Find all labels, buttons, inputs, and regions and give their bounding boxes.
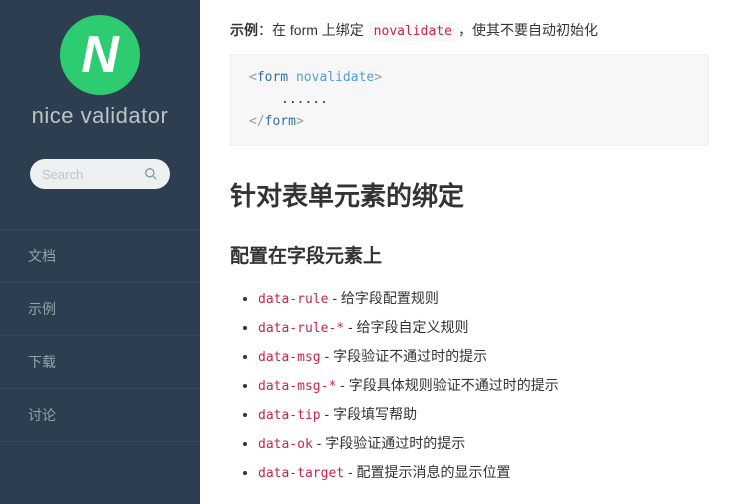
search-input[interactable]	[42, 167, 144, 182]
nav-item-discuss[interactable]: 讨论	[0, 389, 200, 442]
code-line-open: <form novalidate>	[249, 67, 690, 89]
list-item: data-tip - 字段填写帮助	[258, 400, 709, 429]
list-item: data-rule-* - 给字段自定义规则	[258, 313, 709, 342]
list-item: data-ok - 字段验证通过时的提示	[258, 429, 709, 458]
code-line-close: </form>	[249, 111, 690, 133]
list-item: data-rule - 给字段配置规则	[258, 284, 709, 313]
search-wrap[interactable]	[30, 159, 170, 189]
nav-item-examples[interactable]: 示例	[0, 283, 200, 336]
search-icon	[144, 167, 158, 181]
attr-desc: - 字段填写帮助	[321, 406, 417, 422]
code-tag: form	[265, 114, 296, 129]
attr-desc: - 字段具体规则验证不通过时的提示	[336, 377, 558, 393]
subsection-title: 配置在字段元素上	[230, 241, 709, 268]
attr-name: data-rule	[258, 292, 328, 307]
code-tag: form	[257, 70, 288, 85]
section-title: 针对表单元素的绑定	[230, 176, 709, 213]
attr-name: data-msg	[258, 350, 321, 365]
example-text-before: ：在 form 上绑定	[258, 22, 368, 38]
example-label: 示例	[230, 22, 258, 38]
inline-code-novalidate: novalidate	[368, 22, 458, 41]
attr-name: data-tip	[258, 408, 321, 423]
list-item: data-msg - 字段验证不通过时的提示	[258, 342, 709, 371]
logo: N	[60, 15, 140, 95]
attr-name: data-ok	[258, 437, 313, 452]
attr-desc: - 配置提示消息的显示位置	[344, 464, 510, 480]
nav-item-docs[interactable]: 文档	[0, 230, 200, 283]
attr-desc: - 字段验证不通过时的提示	[321, 348, 487, 364]
code-punc: >	[296, 114, 304, 129]
nav-item-download[interactable]: 下载	[0, 336, 200, 389]
code-attr: novalidate	[288, 70, 374, 85]
code-punc: >	[374, 70, 382, 85]
attr-desc: - 给字段配置规则	[328, 290, 438, 306]
code-punc: </	[249, 114, 265, 129]
attr-desc: - 字段验证通过时的提示	[313, 435, 465, 451]
sidebar-nav: 文档 示例 下载 讨论	[0, 229, 200, 442]
attr-desc: - 给字段自定义规则	[344, 319, 468, 335]
attribute-list: data-rule - 给字段配置规则 data-rule-* - 给字段自定义…	[230, 284, 709, 487]
attr-name: data-msg-*	[258, 379, 336, 394]
code-block: <form novalidate> ...... </form>	[230, 54, 709, 146]
example-text-after: ，使其不要自动初始化	[458, 22, 598, 38]
sidebar: N nice validator 文档 示例 下载 讨论	[0, 0, 200, 504]
list-item: data-msg-* - 字段具体规则验证不通过时的提示	[258, 371, 709, 400]
list-item: data-target - 配置提示消息的显示位置	[258, 458, 709, 487]
brand-name: nice validator	[32, 103, 169, 129]
logo-letter: N	[81, 29, 119, 81]
code-punc: <	[249, 70, 257, 85]
code-line-body: ......	[249, 89, 690, 111]
example-line: 示例：在 form 上绑定 novalidate，使其不要自动初始化	[230, 20, 709, 40]
attr-name: data-rule-*	[258, 321, 344, 336]
main-content: 示例：在 form 上绑定 novalidate，使其不要自动初始化 <form…	[200, 0, 739, 504]
attr-name: data-target	[258, 466, 344, 481]
